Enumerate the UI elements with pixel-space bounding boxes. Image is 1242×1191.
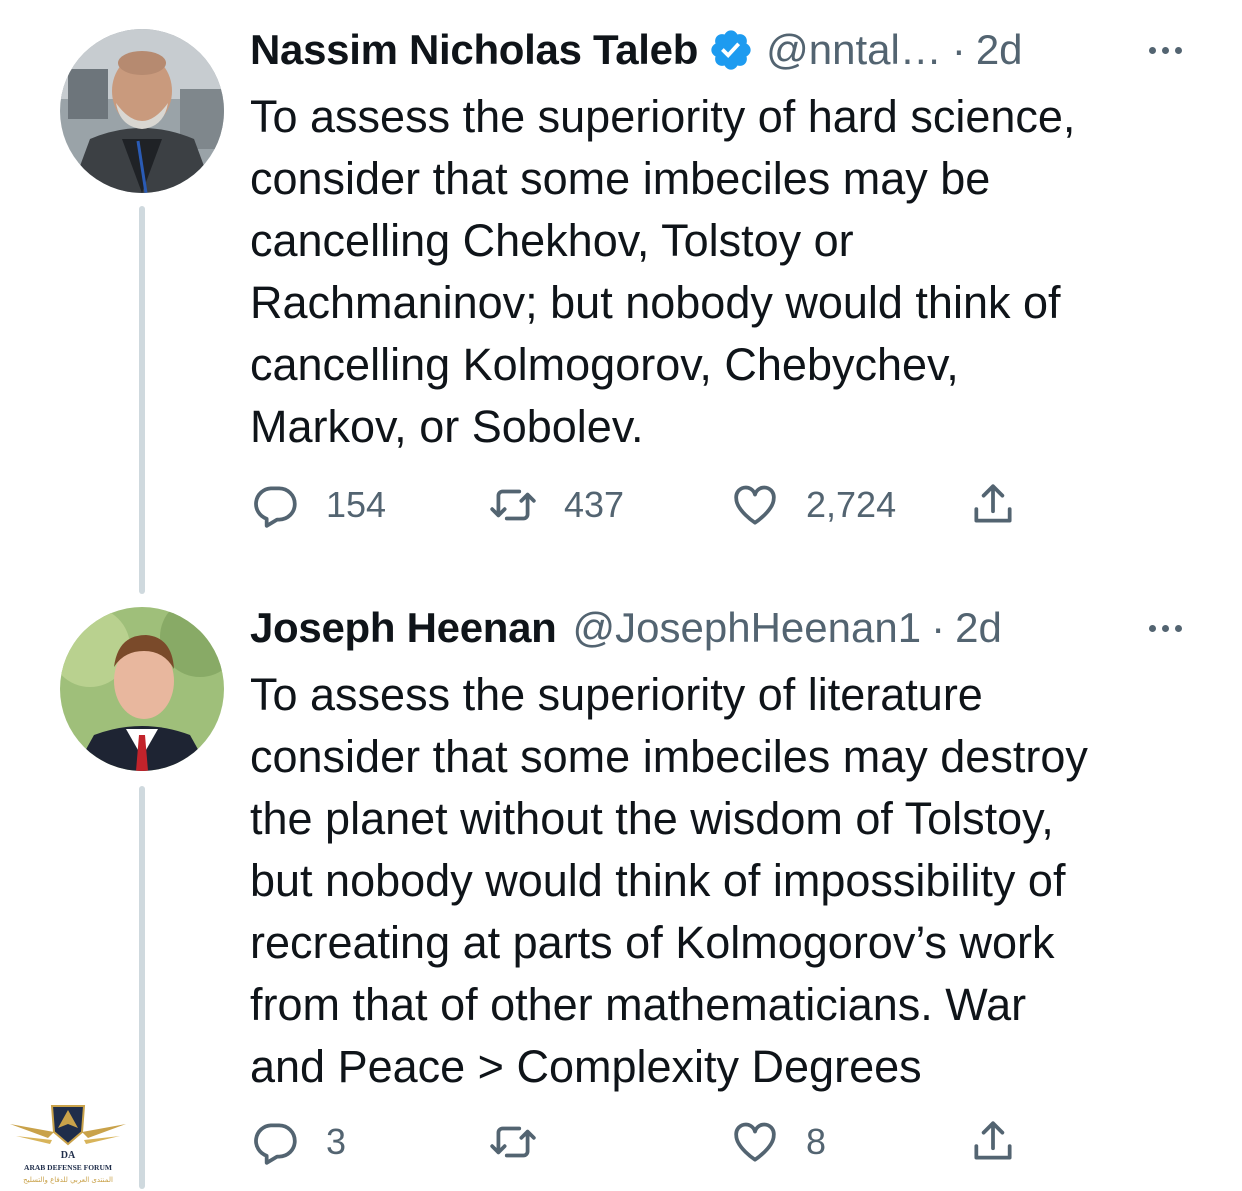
retweet-button[interactable] <box>488 1117 564 1167</box>
watermark-logo: DA ARAB DEFENSE FORUM المنتدى العربي للد… <box>8 1098 128 1186</box>
like-count: 8 <box>806 1121 827 1162</box>
share-button[interactable] <box>968 480 1018 530</box>
heart-icon <box>734 485 776 525</box>
tweet-header: Nassim Nicholas Taleb @nntal… · 2d <box>250 22 1023 78</box>
reply-count: 154 <box>326 484 387 525</box>
separator-dot: · <box>931 604 946 651</box>
tweet-header: Joseph Heenan @JosephHeenan1 · 2d <box>250 600 1002 656</box>
avatar-taleb[interactable] <box>60 29 224 193</box>
like-button[interactable]: 8 <box>730 1117 826 1167</box>
reply-icon <box>254 1123 297 1165</box>
watermark-letters: DA <box>61 1150 76 1161</box>
like-count: 2,724 <box>806 484 897 525</box>
tweet-text: To assess the superiority of literature … <box>250 669 1088 1092</box>
watermark-title: ARAB DEFENSE FORUM <box>24 1163 112 1172</box>
avatar-heenan[interactable] <box>60 607 224 771</box>
retweet-icon <box>490 489 536 521</box>
display-name[interactable]: Nassim Nicholas Taleb <box>250 26 698 74</box>
tweet-text: To assess the superiority of hard scienc… <box>250 91 1076 452</box>
more-options-icon[interactable] <box>1149 600 1182 656</box>
thread-connector-line <box>139 206 145 594</box>
display-name[interactable]: Joseph Heenan <box>250 604 557 652</box>
reply-count: 3 <box>326 1121 347 1162</box>
user-handle[interactable]: @JosephHeenan1 <box>573 604 922 652</box>
user-handle[interactable]: @nntal… <box>766 26 942 74</box>
reply-button[interactable]: 154 <box>250 480 386 530</box>
timestamp[interactable]: 2d <box>955 604 1002 652</box>
tweet-actions: 3 8 <box>250 1117 1050 1167</box>
more-options-icon[interactable] <box>1149 22 1182 78</box>
thread-connector-line <box>139 786 145 1189</box>
retweet-count: 437 <box>564 484 625 525</box>
share-icon <box>974 1121 1012 1160</box>
reply-icon <box>254 486 297 528</box>
retweet-icon <box>490 1126 536 1158</box>
share-button[interactable] <box>968 1117 1018 1167</box>
reply-button[interactable]: 3 <box>250 1117 346 1167</box>
timestamp[interactable]: 2d <box>976 26 1023 74</box>
watermark-subtitle: المنتدى العربي للدفاع والتسليح <box>23 1176 113 1184</box>
share-icon <box>974 484 1012 523</box>
separator-dot: · <box>951 26 966 73</box>
retweet-button[interactable]: 437 <box>488 480 624 530</box>
tweet-actions: 154 437 2,724 <box>250 480 1050 530</box>
heart-icon <box>734 1122 776 1162</box>
like-button[interactable]: 2,724 <box>730 480 896 530</box>
verified-badge-icon <box>711 30 751 70</box>
